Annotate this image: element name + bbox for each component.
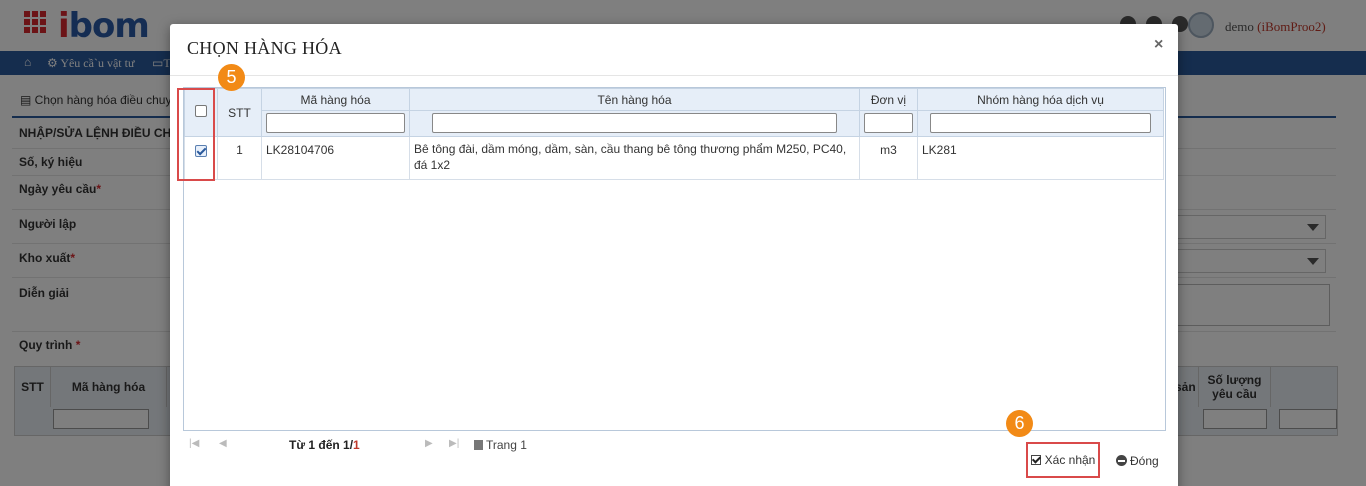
checkbox-highlight	[177, 88, 215, 181]
filter-don-vi-input[interactable]	[864, 113, 913, 133]
step-badge: 6	[1006, 410, 1033, 437]
filter-nhom-input[interactable]	[930, 113, 1151, 133]
filter-cell	[409, 110, 860, 137]
goods-grid: STT Mã hàng hóa Tên hàng hóa Đơn vị Nhóm…	[183, 87, 1166, 431]
select-goods-dialog: CHỌN HÀNG HÓA × STT Mã hàng hóa Tên hàng…	[170, 24, 1178, 486]
cell-ma-hang-hoa: LK28104706	[261, 136, 410, 180]
cell-nhom: LK281	[917, 136, 1164, 180]
cell-don-vi: m3	[859, 136, 918, 180]
filter-cell	[261, 110, 410, 137]
filter-cell	[859, 110, 918, 137]
filter-ma-hang-hoa-input[interactable]	[266, 113, 405, 133]
col-header-ten-hang-hoa[interactable]: Tên hàng hóa	[409, 88, 860, 111]
prev-page-icon[interactable]: ◀	[219, 438, 227, 449]
check-square-icon	[1030, 455, 1041, 465]
minus-circle-icon	[1116, 455, 1127, 466]
step-badge: 5	[218, 64, 245, 91]
col-header-ma-hang-hoa[interactable]: Mã hàng hóa	[261, 88, 410, 111]
close-button[interactable]: Đóng	[1116, 454, 1159, 468]
pager-info: Từ 1 đến 1/1	[289, 438, 360, 452]
col-header-stt: STT	[217, 88, 262, 137]
first-page-icon[interactable]: |◀	[189, 438, 199, 449]
page-icon	[474, 440, 483, 450]
close-icon[interactable]: ×	[1154, 36, 1163, 54]
table-row[interactable]: 1 LK28104706 Bê tông đài, dầm móng, dầm,…	[184, 136, 1164, 180]
next-page-icon[interactable]: ▶	[425, 438, 433, 449]
page-indicator: Trang 1	[474, 438, 527, 452]
col-header-nhom[interactable]: Nhóm hàng hóa dịch vụ	[917, 88, 1164, 111]
last-page-icon[interactable]: ▶|	[449, 438, 459, 449]
cell-ten-hang-hoa: Bê tông đài, dầm móng, dầm, sàn, cầu tha…	[409, 136, 860, 180]
confirm-button[interactable]: Xác nhận	[1026, 442, 1100, 478]
col-header-don-vi[interactable]: Đơn vị	[859, 88, 918, 111]
dialog-title: CHỌN HÀNG HÓA	[187, 38, 342, 58]
cell-stt: 1	[217, 136, 262, 180]
divider	[170, 75, 1178, 76]
filter-cell	[917, 110, 1164, 137]
filter-ten-hang-hoa-input[interactable]	[432, 113, 837, 133]
goods-table: STT Mã hàng hóa Tên hàng hóa Đơn vị Nhóm…	[184, 88, 1164, 180]
